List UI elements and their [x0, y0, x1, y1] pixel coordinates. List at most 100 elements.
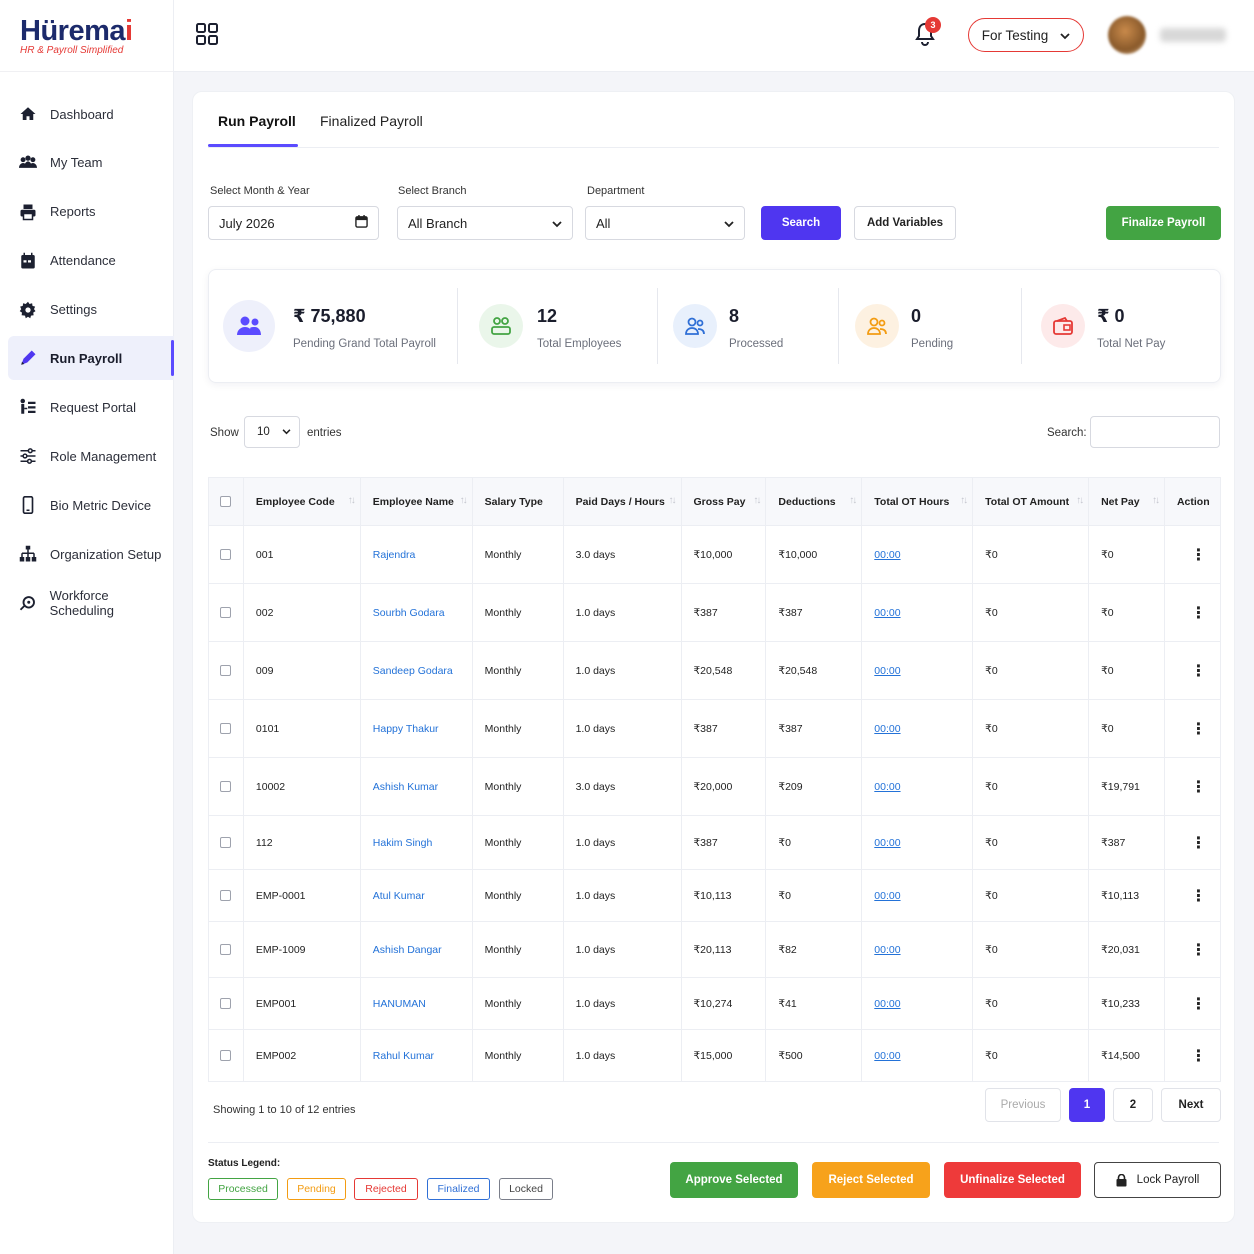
total-ot-amount-value: ₹0: [985, 836, 998, 849]
page-2-button[interactable]: 2: [1113, 1088, 1153, 1122]
table-search-input[interactable]: [1090, 416, 1220, 448]
more-vertical-icon[interactable]: ⋮: [1190, 996, 1206, 1013]
col-paid-days[interactable]: Paid Days / Hours ↑↓: [563, 477, 682, 526]
col-gross-pay[interactable]: Gross Pay ↑↓: [681, 477, 767, 526]
more-vertical-icon[interactable]: ⋮: [1190, 888, 1206, 905]
col-net-pay[interactable]: Net Pay ↑↓: [1088, 477, 1165, 526]
search-button[interactable]: Search: [761, 206, 841, 240]
finalize-payroll-button[interactable]: Finalize Payroll: [1106, 206, 1221, 240]
col-employee-name[interactable]: Employee Name ↑↓: [360, 477, 473, 526]
total-ot-hours-value[interactable]: 00:00: [874, 998, 900, 1010]
row-checkbox[interactable]: [220, 723, 232, 735]
row-checkbox[interactable]: [220, 549, 232, 561]
stat-label: Pending Grand Total Payroll: [293, 338, 436, 350]
total-ot-hours-value[interactable]: 00:00: [874, 944, 900, 956]
total-ot-hours-value[interactable]: 00:00: [874, 607, 900, 619]
sidebar-item-dashboard[interactable]: Dashboard: [8, 92, 174, 136]
row-checkbox[interactable]: [220, 665, 232, 677]
cell-total-ot-hours: 00:00: [861, 977, 974, 1030]
company-selector[interactable]: For Testing: [968, 18, 1084, 52]
tab-finalized-payroll[interactable]: Finalized Payroll: [320, 113, 423, 129]
sidebar-item-workforce-scheduling[interactable]: Workforce Scheduling: [8, 581, 174, 625]
sort-icon[interactable]: ↑↓: [753, 495, 761, 506]
add-variables-button[interactable]: Add Variables: [854, 206, 956, 240]
sort-icon[interactable]: ↑↓: [460, 495, 468, 506]
page-1-button[interactable]: 1: [1069, 1088, 1105, 1122]
more-vertical-icon[interactable]: ⋮: [1190, 779, 1206, 796]
more-vertical-icon[interactable]: ⋮: [1190, 1048, 1206, 1065]
sidebar-item-organization-setup[interactable]: Organization Setup: [8, 532, 174, 576]
employee-name-value[interactable]: Happy Thakur: [373, 723, 439, 735]
row-checkbox[interactable]: [220, 837, 232, 849]
row-checkbox[interactable]: [220, 890, 232, 902]
unfinalize-selected-button[interactable]: Unfinalize Selected: [944, 1162, 1081, 1198]
sort-icon[interactable]: ↑↓: [960, 495, 968, 506]
reject-selected-button[interactable]: Reject Selected: [812, 1162, 930, 1198]
sidebar-item-run-payroll[interactable]: Run Payroll: [8, 336, 174, 381]
employee-name-value[interactable]: Rahul Kumar: [373, 1050, 434, 1062]
brand-logo[interactable]: Hüremai HR & Payroll Simplified: [0, 0, 173, 72]
row-checkbox[interactable]: [220, 944, 232, 956]
sort-icon[interactable]: ↑↓: [1076, 495, 1084, 506]
user-name-blurred[interactable]: [1160, 28, 1226, 42]
total-ot-hours-value[interactable]: 00:00: [874, 549, 900, 561]
total-ot-hours-value[interactable]: 00:00: [874, 665, 900, 677]
cell-employee-name: Happy Thakur: [360, 699, 473, 758]
tab-run-payroll[interactable]: Run Payroll: [218, 113, 296, 129]
total-ot-hours-value[interactable]: 00:00: [874, 837, 900, 849]
employee-name-value[interactable]: HANUMAN: [373, 998, 426, 1010]
approve-selected-button[interactable]: Approve Selected: [670, 1162, 798, 1198]
more-vertical-icon[interactable]: ⋮: [1190, 835, 1206, 852]
select-all-checkbox[interactable]: [220, 496, 232, 508]
more-vertical-icon[interactable]: ⋮: [1190, 942, 1206, 959]
more-vertical-icon[interactable]: ⋮: [1190, 663, 1206, 680]
lock-payroll-button[interactable]: Lock Payroll: [1094, 1162, 1221, 1198]
employee-name-value[interactable]: Ashish Dangar: [373, 944, 442, 956]
sort-icon[interactable]: ↑↓: [348, 495, 356, 506]
employee-name-value[interactable]: Hakim Singh: [373, 837, 433, 849]
department-select[interactable]: All: [585, 206, 745, 240]
avatar[interactable]: [1108, 16, 1146, 54]
sidebar-item-reports[interactable]: Reports: [8, 190, 174, 234]
sidebar-item-role-management[interactable]: Role Management: [8, 434, 174, 478]
sort-icon[interactable]: ↑↓: [849, 495, 857, 506]
branch-select[interactable]: All Branch: [397, 206, 573, 240]
employee-name-value[interactable]: Atul Kumar: [373, 890, 425, 902]
sidebar-item-my-team[interactable]: My Team: [8, 141, 174, 185]
sort-icon[interactable]: ↑↓: [669, 495, 677, 506]
col-deductions[interactable]: Deductions ↑↓: [765, 477, 863, 526]
row-checkbox[interactable]: [220, 998, 232, 1010]
calendar-icon[interactable]: [355, 215, 368, 231]
cell-deductions: ₹10,000: [765, 525, 863, 584]
total-ot-hours-value[interactable]: 00:00: [874, 723, 900, 735]
col-salary-type[interactable]: Salary Type: [472, 477, 564, 526]
apps-grid-icon[interactable]: [196, 23, 218, 48]
col-total-ot-amount[interactable]: Total OT Amount ↑↓: [972, 477, 1090, 526]
more-vertical-icon[interactable]: ⋮: [1190, 721, 1206, 738]
col-total-ot-hours[interactable]: Total OT Hours ↑↓: [861, 477, 974, 526]
entries-select[interactable]: 10: [244, 416, 300, 448]
sort-icon[interactable]: ↑↓: [1152, 495, 1160, 506]
employee-name-value[interactable]: Sandeep Godara: [373, 665, 453, 677]
more-vertical-icon[interactable]: ⋮: [1190, 547, 1206, 564]
previous-page-button[interactable]: Previous: [985, 1088, 1061, 1122]
sidebar-item-biometric-device[interactable]: Bio Metric Device: [8, 483, 174, 527]
col-employee-code[interactable]: Employee Code ↑↓: [243, 477, 361, 526]
row-checkbox[interactable]: [220, 607, 232, 619]
row-checkbox[interactable]: [220, 1050, 232, 1062]
sidebar-item-settings[interactable]: Settings: [8, 288, 174, 332]
sidebar-item-attendance[interactable]: Attendance: [8, 239, 174, 283]
total-ot-hours-value[interactable]: 00:00: [874, 890, 900, 902]
sidebar-item-request-portal[interactable]: Request Portal: [8, 385, 174, 429]
more-vertical-icon[interactable]: ⋮: [1190, 605, 1206, 622]
cell-salary-type: Monthly: [472, 525, 564, 584]
month-year-input[interactable]: July 2026: [208, 206, 379, 240]
employee-name-value[interactable]: Ashish Kumar: [373, 781, 438, 793]
total-ot-hours-value[interactable]: 00:00: [874, 1050, 900, 1062]
employee-name-value[interactable]: Sourbh Godara: [373, 607, 445, 619]
employee-name-value[interactable]: Rajendra: [373, 549, 416, 561]
total-ot-hours-value[interactable]: 00:00: [874, 781, 900, 793]
next-page-button[interactable]: Next: [1161, 1088, 1221, 1122]
row-checkbox[interactable]: [220, 781, 232, 793]
cell-paid-days: 1.0 days: [563, 641, 682, 700]
